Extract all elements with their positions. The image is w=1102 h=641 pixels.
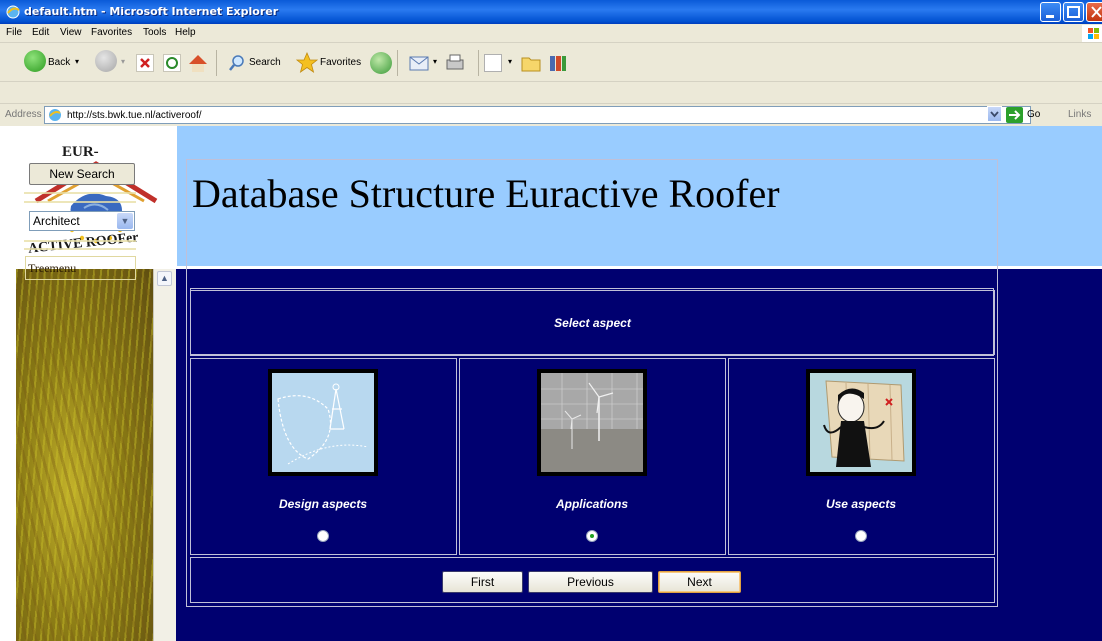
edit-dropdown-icon[interactable]: ▾ xyxy=(508,57,512,66)
treemenu-link[interactable]: Treemenu xyxy=(25,256,136,280)
person-with-map-icon[interactable] xyxy=(806,369,916,476)
magnifier-icon xyxy=(229,55,244,71)
right-arrow-icon xyxy=(1009,110,1021,120)
role-select-value[interactable]: Architect xyxy=(33,214,80,228)
close-button[interactable] xyxy=(1086,2,1102,22)
printer-icon xyxy=(446,54,464,70)
home-icon[interactable] xyxy=(187,52,209,74)
menu-bar: File Edit View Favorites Tools Help xyxy=(0,24,1102,43)
back-icon[interactable] xyxy=(24,50,46,72)
refresh-arrows-icon xyxy=(166,57,178,69)
logo-top-text: EUR- xyxy=(62,144,99,160)
chevron-down-icon xyxy=(990,111,999,118)
maximize-icon xyxy=(1067,6,1080,18)
menu-file[interactable]: File xyxy=(6,27,22,38)
stop-x-icon xyxy=(140,58,150,68)
mail-icon[interactable] xyxy=(408,52,432,74)
refresh-icon[interactable] xyxy=(163,54,181,72)
first-button[interactable]: First xyxy=(442,571,523,593)
previous-button[interactable]: Previous xyxy=(528,571,653,593)
window-title: default.htm - Microsoft Internet Explore… xyxy=(24,5,279,18)
maximize-button[interactable] xyxy=(1063,2,1084,22)
minimize-button[interactable] xyxy=(1040,2,1061,22)
back-button-label[interactable]: Back xyxy=(48,57,70,68)
close-icon xyxy=(1091,6,1102,18)
links-button[interactable]: Links xyxy=(1068,109,1091,120)
sidebar-scrollbar[interactable]: ▲ xyxy=(153,269,176,641)
scroll-up-icon[interactable]: ▲ xyxy=(157,271,172,286)
star-icon xyxy=(295,51,319,73)
design-aspects-radio[interactable] xyxy=(317,530,329,542)
role-select[interactable]: Architect ▼ xyxy=(29,211,135,231)
browser-window: default.htm - Microsoft Internet Explore… xyxy=(0,0,1102,641)
go-arrow-icon[interactable] xyxy=(1006,107,1023,123)
envelope-icon xyxy=(409,56,429,71)
standard-toolbar: Back ▾ ▾ Search Favorites ▾ ▾ xyxy=(0,44,1102,82)
search-icon[interactable] xyxy=(228,54,246,72)
title-bar: default.htm - Microsoft Internet Explore… xyxy=(0,0,1102,24)
favorites-icon[interactable] xyxy=(295,51,319,74)
design-drawing-icon[interactable] xyxy=(268,369,378,476)
sidebar-divider xyxy=(24,201,136,203)
sidebar-divider xyxy=(24,240,136,242)
new-search-button[interactable]: New Search xyxy=(29,163,135,185)
back-dropdown-icon[interactable]: ▾ xyxy=(75,57,79,66)
internet-explorer-icon xyxy=(6,5,20,19)
go-button[interactable]: Go xyxy=(1027,109,1040,120)
toolbar-separator xyxy=(478,50,479,76)
house-icon xyxy=(189,55,207,72)
mail-dropdown-icon[interactable]: ▾ xyxy=(433,57,437,66)
address-bar: Address http://sts.bwk.tue.nl/activeroof… xyxy=(0,103,1102,125)
euractive-roofer-logo: EUR- ACTIVE ROOFer xyxy=(16,126,176,267)
address-url[interactable]: http://sts.bwk.tue.nl/activeroof/ xyxy=(67,110,202,121)
books-icon xyxy=(550,56,566,71)
print-icon[interactable] xyxy=(444,52,466,74)
minimize-icon xyxy=(1046,15,1054,18)
applications-label: Applications xyxy=(555,497,628,511)
design-aspects-label: Design aspects xyxy=(278,497,368,511)
edit-icon[interactable] xyxy=(484,54,502,72)
sidebar-divider xyxy=(24,192,136,194)
applications-radio[interactable] xyxy=(586,530,598,542)
use-aspects-label: Use aspects xyxy=(825,497,897,511)
stop-icon[interactable] xyxy=(136,54,154,72)
page-left-margin xyxy=(0,126,16,641)
page-icon xyxy=(49,109,61,121)
toolbar-separator xyxy=(216,50,217,76)
menu-edit[interactable]: Edit xyxy=(32,27,49,38)
address-dropdown-button[interactable] xyxy=(987,106,1002,122)
design-aspects-image xyxy=(272,373,374,472)
history-icon[interactable] xyxy=(370,52,392,74)
use-aspects-radio[interactable] xyxy=(855,530,867,542)
research-icon[interactable] xyxy=(547,52,569,74)
folder-icon xyxy=(521,57,541,72)
favorites-button-label[interactable]: Favorites xyxy=(320,57,361,68)
sidebar-divider xyxy=(24,248,136,250)
menu-favorites[interactable]: Favorites xyxy=(91,27,132,38)
search-button-label[interactable]: Search xyxy=(249,57,281,68)
sidebar xyxy=(16,269,153,641)
address-label: Address xyxy=(5,109,42,120)
discuss-icon[interactable] xyxy=(520,52,542,74)
address-input[interactable]: http://sts.bwk.tue.nl/activeroof/ xyxy=(44,106,1031,124)
menu-tools[interactable]: Tools xyxy=(143,27,166,38)
next-button[interactable]: Next xyxy=(658,571,741,593)
menu-view[interactable]: View xyxy=(60,27,82,38)
applications-image xyxy=(541,373,643,472)
toolbar-separator xyxy=(397,50,398,76)
menu-help[interactable]: Help xyxy=(175,27,196,38)
forward-icon[interactable] xyxy=(95,50,117,72)
windows-logo-icon xyxy=(1082,25,1102,42)
use-aspects-image xyxy=(810,373,912,472)
select-aspect-heading: Select aspect xyxy=(554,316,631,330)
forward-dropdown-icon[interactable]: ▾ xyxy=(121,57,125,66)
chevron-down-icon[interactable]: ▼ xyxy=(117,213,133,229)
wind-turbine-photo-icon[interactable] xyxy=(537,369,647,476)
